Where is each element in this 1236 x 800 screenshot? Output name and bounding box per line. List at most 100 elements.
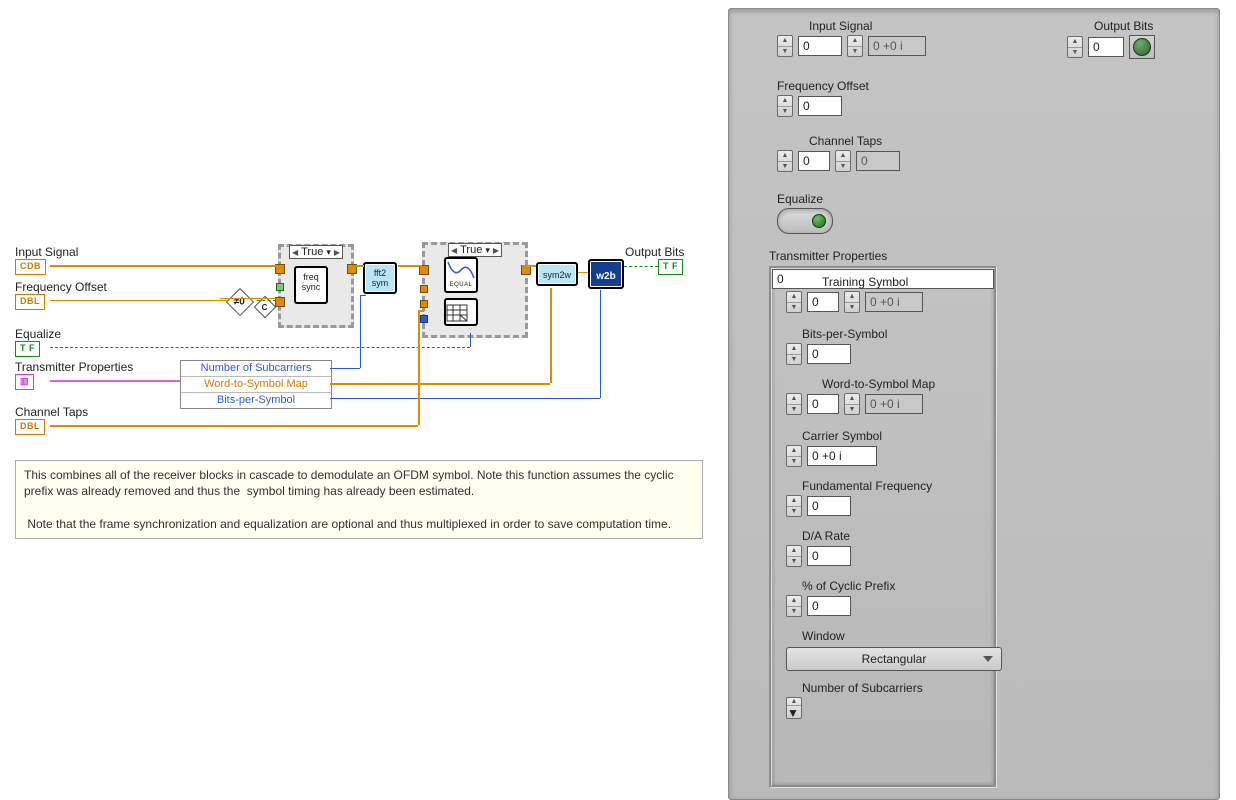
block-diagram: Input Signal CDB Frequency Offset DBL Eq… bbox=[10, 0, 710, 560]
value-spinner[interactable]: ▲▼ bbox=[786, 495, 802, 517]
case-value: True bbox=[301, 246, 323, 258]
wire bbox=[550, 288, 552, 383]
index-spinner[interactable]: ▲▼ bbox=[786, 291, 802, 313]
index-spinner[interactable]: ▲▼ bbox=[1067, 36, 1083, 58]
freq-offset-label: Frequency Offset bbox=[15, 280, 107, 294]
wire bbox=[418, 310, 420, 425]
value-spinner[interactable]: ▲▼ bbox=[786, 445, 802, 467]
input-signal-control: ▲▼ 0 ▲▼ 0 +0 i bbox=[777, 35, 926, 57]
nsub-label: Number of Subcarriers bbox=[802, 681, 923, 695]
equalize-toggle[interactable] bbox=[777, 208, 833, 234]
spin-down-icon[interactable]: ▼ bbox=[778, 47, 792, 57]
input-signal-fp-label: Input Signal bbox=[809, 19, 872, 33]
wire bbox=[50, 380, 180, 382]
wire bbox=[578, 272, 588, 273]
wire bbox=[50, 300, 228, 301]
prev-case-icon[interactable]: ◀ bbox=[451, 246, 457, 255]
not-equal-zero-icon: ≠0 bbox=[226, 288, 254, 316]
index-field[interactable]: 0 bbox=[798, 151, 830, 171]
window-dropdown[interactable]: Rectangular bbox=[786, 647, 1002, 671]
tx-props-fp-label: Transmitter Properties bbox=[769, 249, 887, 263]
input-signal-label: Input Signal bbox=[15, 245, 78, 259]
wire bbox=[360, 295, 361, 368]
wire bbox=[600, 290, 601, 398]
value-spinner[interactable]: ▲▼ bbox=[786, 595, 802, 617]
prev-case-icon[interactable]: ◀ bbox=[292, 248, 298, 257]
tx-props-label: Transmitter Properties bbox=[15, 360, 133, 374]
value-spinner[interactable]: ▲▼ bbox=[844, 393, 860, 415]
tf-array-terminal-icon: T F bbox=[658, 259, 683, 275]
wire bbox=[50, 265, 276, 267]
cdb-terminal-icon: CDB bbox=[15, 259, 46, 275]
case-dropdown-icon[interactable]: ▾ bbox=[326, 247, 331, 258]
spin-up-icon[interactable]: ▲ bbox=[778, 36, 792, 47]
value-spinner[interactable]: ▲▼ bbox=[786, 697, 802, 719]
value-spinner[interactable]: ▲▼ bbox=[786, 343, 802, 365]
cyclic-label: % of Cyclic Prefix bbox=[802, 579, 895, 593]
complex-value[interactable]: 0 +0 i bbox=[868, 36, 926, 56]
index-spinner[interactable]: ▲▼ bbox=[777, 35, 793, 57]
freq-offset-field[interactable]: 0 bbox=[798, 96, 842, 116]
chan-taps-label: Channel Taps bbox=[15, 405, 88, 419]
freq-offset-fp-label: Frequency Offset bbox=[777, 79, 869, 93]
unbundle-item: Word-to-Symbol Map bbox=[181, 377, 331, 393]
case-dropdown-icon[interactable]: ▾ bbox=[485, 245, 490, 256]
w2s-label: Word-to-Symbol Map bbox=[822, 377, 935, 391]
wire bbox=[220, 298, 276, 299]
index-field[interactable]: 0 bbox=[798, 36, 842, 56]
value-spinner[interactable]: ▲▼ bbox=[847, 35, 863, 57]
carrier-field[interactable]: 0 +0 i bbox=[807, 446, 877, 466]
window-value: Rectangular bbox=[862, 652, 927, 666]
unbundle-by-name: Number of Subcarriers Word-to-Symbol Map… bbox=[180, 360, 332, 409]
bps-field[interactable]: 0 bbox=[807, 344, 851, 364]
description-box: This combines all of the receiver blocks… bbox=[15, 460, 703, 539]
fft2sym-subvi[interactable]: fft2 sym bbox=[363, 262, 397, 294]
value-spinner[interactable]: ▲▼ bbox=[844, 291, 860, 313]
case-selector-1[interactable]: ◀ True ▾ ▶ bbox=[289, 245, 343, 259]
output-bits-label: Output Bits bbox=[625, 245, 684, 259]
equalize-label: Equalize bbox=[15, 327, 61, 341]
wire bbox=[360, 295, 366, 296]
index-field[interactable]: 0 bbox=[1088, 37, 1124, 57]
value-spinner[interactable]: ▲▼ bbox=[777, 95, 793, 117]
equal-tag: EQUAL bbox=[446, 280, 476, 290]
wire bbox=[330, 368, 360, 369]
wire bbox=[624, 266, 658, 268]
cluster-terminal-icon: ▥ bbox=[15, 374, 34, 390]
tf-terminal-icon: T F bbox=[15, 341, 40, 357]
index-field[interactable]: 0 bbox=[807, 292, 839, 312]
matrix-subvi[interactable] bbox=[444, 298, 478, 326]
value-spinner[interactable]: ▲▼ bbox=[786, 545, 802, 567]
index-spinner[interactable]: ▲▼ bbox=[777, 150, 793, 172]
window-label: Window bbox=[802, 629, 845, 643]
tx-props-cluster: Training Symbol ▲▼ 0 ▲▼ 0 +0 i Bits-per-… bbox=[769, 266, 997, 788]
boolean-led-icon bbox=[1133, 38, 1151, 56]
next-case-icon[interactable]: ▶ bbox=[334, 248, 340, 257]
equalizer-subvi[interactable]: EQUAL bbox=[444, 257, 478, 293]
carrier-label: Carrier Symbol bbox=[802, 429, 882, 443]
freq-sync-subvi[interactable]: freq sync bbox=[294, 266, 328, 304]
fund-freq-field[interactable]: 0 bbox=[807, 496, 851, 516]
w2s-val[interactable]: 0 +0 i bbox=[865, 394, 923, 414]
led-box bbox=[1129, 35, 1155, 59]
wire bbox=[418, 310, 424, 312]
index-field[interactable]: 0 bbox=[807, 394, 839, 414]
dbl-terminal-icon: DBL bbox=[15, 294, 45, 310]
wire bbox=[330, 383, 550, 385]
training-sym-val[interactable]: 0 +0 i bbox=[865, 292, 923, 312]
next-case-icon[interactable]: ▶ bbox=[493, 246, 499, 255]
sym2w-subvi[interactable]: sym2w bbox=[536, 262, 578, 286]
chan-taps-val[interactable]: 0 bbox=[856, 151, 900, 171]
value-spinner[interactable]: ▲▼ bbox=[835, 150, 851, 172]
dbl-terminal-icon: DBL bbox=[15, 419, 45, 435]
equalize-fp-label: Equalize bbox=[777, 192, 823, 206]
case-selector-2[interactable]: ◀ True ▾ ▶ bbox=[448, 243, 502, 257]
wire bbox=[522, 265, 536, 267]
case-value: True bbox=[460, 244, 482, 256]
cyclic-field[interactable]: 0 bbox=[807, 596, 851, 616]
index-spinner[interactable]: ▲▼ bbox=[786, 393, 802, 415]
darate-field[interactable]: 0 bbox=[807, 546, 851, 566]
w2b-subvi[interactable]: w2b bbox=[588, 259, 624, 289]
chan-taps-fp-label: Channel Taps bbox=[809, 134, 882, 148]
wire bbox=[257, 300, 276, 302]
